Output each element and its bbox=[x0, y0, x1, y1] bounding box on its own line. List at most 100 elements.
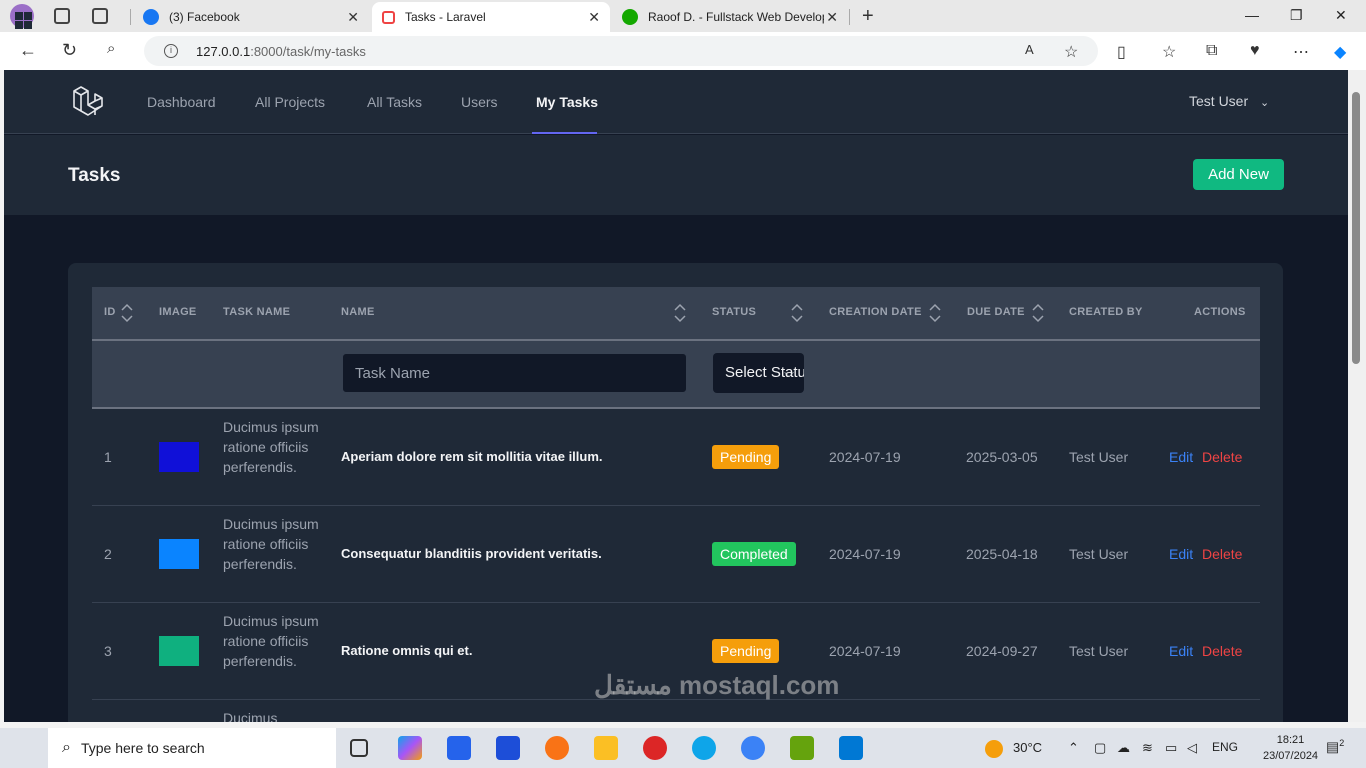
sort-icon[interactable] bbox=[791, 302, 803, 324]
tab-separator bbox=[130, 9, 131, 25]
close-tab-icon[interactable]: ✕ bbox=[347, 9, 359, 26]
user-menu[interactable]: Test User ⌄ bbox=[1189, 93, 1269, 109]
sort-icon[interactable] bbox=[121, 302, 133, 324]
status-filter-select[interactable]: Select Status ⌵ bbox=[713, 353, 804, 393]
edit-link[interactable]: Edit bbox=[1169, 449, 1193, 465]
scrollbar-thumb[interactable] bbox=[1352, 92, 1360, 364]
sort-icon[interactable] bbox=[674, 302, 686, 324]
cell-creation-date: 2024-07-19 bbox=[829, 643, 901, 659]
task-name-filter-input[interactable] bbox=[342, 353, 687, 393]
wifi-icon[interactable]: ≋ bbox=[1142, 740, 1153, 756]
language-indicator[interactable]: ENG bbox=[1212, 740, 1238, 754]
refresh-button[interactable]: ↻ bbox=[62, 40, 77, 61]
weather-icon[interactable] bbox=[985, 740, 1003, 758]
new-tab-button[interactable]: + bbox=[862, 5, 874, 28]
edit-link[interactable]: Edit bbox=[1169, 643, 1193, 659]
cell-name[interactable]: Ratione omnis qui et. bbox=[341, 643, 472, 658]
cell-created-by: Test User bbox=[1069, 546, 1129, 562]
workspaces-icon[interactable] bbox=[54, 8, 70, 24]
tasks-card: ID IMAGE TASK NAME NAME STATUS CREATION … bbox=[68, 263, 1283, 722]
col-status[interactable]: STATUS bbox=[712, 306, 756, 318]
laravel-logo-icon[interactable] bbox=[70, 85, 104, 119]
xampp-icon[interactable] bbox=[790, 736, 814, 760]
delete-link[interactable]: Delete bbox=[1202, 546, 1242, 562]
mail-icon[interactable] bbox=[496, 736, 520, 760]
battery-icon[interactable]: ▭ bbox=[1165, 740, 1177, 756]
cell-name[interactable]: Consequatur blanditiis provident veritat… bbox=[341, 546, 602, 561]
read-aloud-icon[interactable]: A bbox=[1025, 42, 1034, 57]
sort-icon[interactable] bbox=[1032, 302, 1044, 324]
close-tab-icon[interactable]: ✕ bbox=[826, 9, 838, 26]
windows-start-icon[interactable] bbox=[15, 12, 32, 29]
weather-temp[interactable]: 30°C bbox=[1013, 740, 1042, 755]
cell-id: 2 bbox=[104, 546, 112, 562]
laravel-favicon-icon bbox=[382, 10, 395, 24]
col-id[interactable]: ID bbox=[104, 306, 116, 318]
add-new-button[interactable]: Add New bbox=[1193, 159, 1284, 190]
task-view-icon[interactable] bbox=[350, 739, 368, 757]
more-menu-icon[interactable]: ⋯ bbox=[1293, 42, 1309, 62]
tab-actions-icon[interactable] bbox=[92, 8, 108, 24]
opera-icon[interactable] bbox=[643, 736, 667, 760]
nav-all-tasks[interactable]: All Tasks bbox=[367, 94, 422, 110]
volume-icon[interactable]: ◁ bbox=[1187, 740, 1197, 756]
favorite-star-icon[interactable]: ☆ bbox=[1064, 42, 1078, 62]
cell-name[interactable]: Aperiam dolore rem sit mollitia vitae il… bbox=[341, 449, 603, 464]
col-due-date[interactable]: DUE DATE bbox=[967, 306, 1025, 318]
copilot-taskbar-icon[interactable] bbox=[398, 736, 422, 760]
copilot-icon[interactable]: ◆ bbox=[1334, 42, 1346, 62]
edge-icon[interactable] bbox=[692, 736, 716, 760]
page-scrollbar[interactable] bbox=[1348, 70, 1366, 722]
tray-chevron-icon[interactable]: ⌃ bbox=[1068, 740, 1079, 756]
close-tab-icon[interactable]: ✕ bbox=[588, 9, 600, 26]
tray-app-icon[interactable]: ▢ bbox=[1094, 740, 1106, 756]
minimize-button[interactable]: — bbox=[1245, 7, 1259, 23]
cell-creation-date: 2024-07-19 bbox=[829, 449, 901, 465]
collections-icon[interactable]: ⧉ bbox=[1206, 42, 1217, 60]
col-name[interactable]: NAME bbox=[341, 306, 375, 318]
taskbar-search-placeholder: Type here to search bbox=[80, 740, 205, 756]
col-creation-date[interactable]: CREATION DATE bbox=[829, 306, 922, 318]
close-window-button[interactable]: ✕ bbox=[1335, 7, 1347, 24]
col-task-name: TASK NAME bbox=[223, 306, 291, 318]
table-row-partial: Ducimus bbox=[92, 700, 1260, 722]
nav-all-projects[interactable]: All Projects bbox=[255, 94, 325, 110]
tab-title: Tasks - Laravel bbox=[405, 10, 486, 24]
status-badge: Pending bbox=[712, 639, 780, 663]
file-explorer-icon[interactable] bbox=[594, 736, 618, 760]
edit-link[interactable]: Edit bbox=[1169, 546, 1193, 562]
url-field[interactable]: i 127.0.0.1 :8000/task/my-tasks bbox=[144, 36, 1098, 66]
cell-due-date: 2025-04-18 bbox=[966, 546, 1038, 562]
table-header: ID IMAGE TASK NAME NAME STATUS CREATION … bbox=[92, 287, 1260, 341]
site-info-icon[interactable]: i bbox=[164, 44, 178, 58]
favorites-icon[interactable]: ☆ bbox=[1162, 42, 1176, 62]
network-icon[interactable]: ☁ bbox=[1117, 740, 1130, 756]
clock[interactable]: 18:21 23/07/2024 bbox=[1263, 732, 1318, 764]
search-icon[interactable]: ⌕ bbox=[107, 40, 115, 57]
page-title: Tasks bbox=[68, 165, 121, 186]
tab-tasks-laravel[interactable]: Tasks - Laravel ✕ bbox=[372, 2, 610, 32]
task-image bbox=[159, 539, 199, 569]
tab-title: (3) Facebook bbox=[169, 10, 240, 24]
vscode-icon[interactable] bbox=[839, 736, 863, 760]
cell-creation-date: 2024-07-19 bbox=[829, 546, 901, 562]
store-icon[interactable] bbox=[447, 736, 471, 760]
task-image bbox=[159, 442, 199, 472]
nav-users[interactable]: Users bbox=[461, 94, 498, 110]
browser-icon[interactable] bbox=[741, 736, 765, 760]
nav-dashboard[interactable]: Dashboard bbox=[147, 94, 216, 110]
maximize-button[interactable]: ❐ bbox=[1290, 7, 1303, 24]
back-button[interactable]: ← bbox=[19, 40, 37, 61]
firefox-icon[interactable] bbox=[545, 736, 569, 760]
nav-my-tasks[interactable]: My Tasks bbox=[536, 94, 598, 110]
browser-essentials-icon[interactable]: ♥ bbox=[1250, 42, 1260, 60]
delete-link[interactable]: Delete bbox=[1202, 449, 1242, 465]
sort-icon[interactable] bbox=[929, 302, 941, 324]
tab-facebook[interactable]: (3) Facebook ✕ bbox=[133, 2, 369, 32]
page-header: Tasks Add New bbox=[4, 135, 1348, 215]
taskbar-search[interactable]: ⌕ Type here to search bbox=[48, 728, 336, 768]
tab-upwork[interactable]: Raoof D. - Fullstack Web Develop ✕ bbox=[612, 2, 848, 32]
delete-link[interactable]: Delete bbox=[1202, 643, 1242, 659]
split-screen-icon[interactable]: ▯ bbox=[1117, 42, 1126, 62]
notifications-icon[interactable]: ▤2 bbox=[1326, 738, 1344, 756]
